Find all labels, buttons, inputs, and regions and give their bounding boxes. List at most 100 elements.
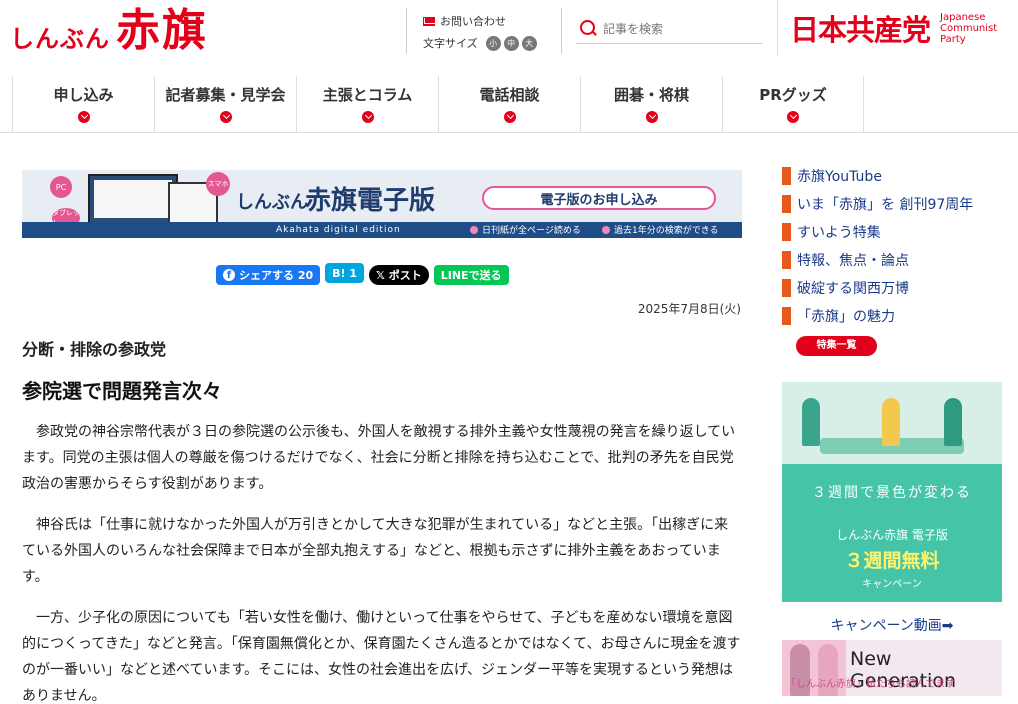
banner-feature-1: 日刊紙が全ページ読める xyxy=(470,223,581,236)
font-size-control: 文字サイズ 小 中 大 xyxy=(423,35,561,51)
party-name-jp: 日本共産党 xyxy=(790,13,931,47)
bullet-icon xyxy=(782,195,791,213)
new-generation-banner[interactable]: New Generation 「しんぶん赤旗」私たちも読んでます xyxy=(782,640,1002,696)
sidebar-item-label: 「赤旗」の魅力 xyxy=(797,309,895,325)
ad-product: しんぶん赤旗 電子版 xyxy=(836,528,948,542)
bullet-icon xyxy=(470,225,478,234)
main-nav: 申し込み 記者募集・見学会 主張とコラム 電話相談 囲碁・将棋 PRグッズ xyxy=(0,76,1018,133)
sidebar-item-label: 特報、焦点・論点 xyxy=(797,253,909,269)
bullet-icon xyxy=(782,279,791,297)
font-size-label: 文字サイズ xyxy=(423,37,478,50)
person-illustration xyxy=(882,398,900,446)
sidebar-item-expo[interactable]: 破綻する関西万博 xyxy=(782,274,1002,302)
person-illustration xyxy=(944,398,962,446)
facebook-label: シェアする 20 xyxy=(239,269,314,282)
campaign-video-link[interactable]: キャンペーン動画➡ xyxy=(782,615,1002,635)
sidebar-item-label: いま「赤旗」を 創刊97周年 xyxy=(797,197,974,213)
badge-pc: PC xyxy=(50,176,72,198)
ad-offer: ３週間無料 xyxy=(844,550,940,572)
apply-digital-button[interactable]: 電子版のお申し込み xyxy=(482,186,716,210)
bullet-icon xyxy=(602,225,610,234)
facebook-share-button[interactable]: f シェアする 20 xyxy=(216,265,321,285)
party-name-en: Japanese Communist Party xyxy=(940,12,997,45)
search-icon[interactable] xyxy=(580,20,597,37)
feature-text: 過去1年分の検索ができる xyxy=(614,226,719,236)
article-paragraph: 一方、少子化の原因についても「若い女性を働け、働けといって仕事をやらせて、子ども… xyxy=(22,610,741,704)
badge-smartphone: スマホ xyxy=(206,172,230,196)
article-body: 分断・排除の参政党 参院選で問題発言次々 参政党の神谷宗幣代表が３日の参院選の公… xyxy=(22,336,742,704)
nav-label: 申し込み xyxy=(53,86,114,104)
banner-title-small: しんぶん xyxy=(236,192,308,213)
bullet-icon xyxy=(782,223,791,241)
article-headline: 参院選で問題発言次々 xyxy=(22,379,222,403)
nav-label: PRグッズ xyxy=(759,86,827,104)
mail-icon xyxy=(423,16,435,26)
nav-item-go-shogi[interactable]: 囲碁・将棋 xyxy=(580,76,722,132)
header-tools: お問い合わせ 文字サイズ 小 中 大 xyxy=(406,8,562,54)
party-en-line1: Japanese xyxy=(940,11,986,23)
sidebar-item-special-report[interactable]: 特報、焦点・論点 xyxy=(782,246,1002,274)
nav-item-apply[interactable]: 申し込み xyxy=(12,76,154,132)
sidebar-item-appeal[interactable]: 「赤旗」の魅力 xyxy=(782,302,1002,330)
chevron-down-icon xyxy=(361,111,374,123)
ad-campaign-label: キャンペーン xyxy=(862,579,922,590)
chevron-down-icon xyxy=(77,111,90,123)
person-illustration xyxy=(802,398,820,446)
sidebar-item-youtube[interactable]: 赤旗YouTube xyxy=(782,162,1002,190)
chevron-down-icon xyxy=(787,111,799,123)
bullet-icon xyxy=(782,167,791,185)
font-size-medium-button[interactable]: 中 xyxy=(503,35,519,51)
nav-item-pr-goods[interactable]: PRグッズ xyxy=(722,76,864,132)
bullet-icon xyxy=(782,251,791,269)
chevron-down-icon xyxy=(503,111,516,123)
sidebar-item-anniversary[interactable]: いま「赤旗」を 創刊97周年 xyxy=(782,190,1002,218)
nav-label: 電話相談 xyxy=(479,86,540,104)
nav-item-phone-consult[interactable]: 電話相談 xyxy=(438,76,580,132)
site-header: しんぶん 赤旗 お問い合わせ 文字サイズ 小 中 大 日本共産党 Japanes… xyxy=(0,0,1018,70)
article-kicker: 分断・排除の参政党 xyxy=(22,340,167,359)
pc-illustration xyxy=(88,174,178,224)
sidebar-item-label: 破綻する関西万博 xyxy=(797,281,909,297)
party-en-line3: Party xyxy=(940,33,966,45)
logo-small-text: しんぶん xyxy=(10,25,110,53)
ad-tagline: ３週間で景色が変わる xyxy=(812,485,972,501)
sidebar-item-label: 赤旗YouTube xyxy=(797,169,882,185)
sidebar-item-label: すいよう特集 xyxy=(797,225,881,241)
font-size-large-button[interactable]: 大 xyxy=(521,35,537,51)
article-paragraph: 神谷氏は「仕事に就けなかった外国人が万引きとかして大きな犯罪が生まれている」など… xyxy=(22,517,729,585)
x-post-button[interactable]: 𝕏 ポスト xyxy=(369,265,429,285)
article-paragraph: 参政党の神谷宗幣代表が３日の参院選の公示後も、外国人を敵視する排外主義や女性蔑視… xyxy=(22,424,736,492)
sidebar-item-wednesday[interactable]: すいよう特集 xyxy=(782,218,1002,246)
party-logo[interactable]: 日本共産党 Japanese Communist Party xyxy=(777,0,1018,56)
campaign-ad-banner[interactable]: ３週間で景色が変わる しんぶん赤旗 電子版 ３週間無料 キャンペーン xyxy=(782,382,1002,602)
search-input[interactable] xyxy=(603,21,753,36)
digital-edition-banner[interactable]: PC タブレット スマホ しんぶん 赤旗電子版 電子版のお申し込み Akahat… xyxy=(22,170,742,238)
search-box xyxy=(576,14,762,44)
article-date: 2025年7月8日(火) xyxy=(637,302,741,316)
new-generation-subtitle: 「しんぶん赤旗」私たちも読んでます xyxy=(786,679,956,690)
contact-label: お問い合わせ xyxy=(440,15,506,28)
nav-label: 囲碁・将棋 xyxy=(613,86,689,104)
party-en-line2: Communist xyxy=(940,22,998,34)
facebook-icon: f xyxy=(223,269,235,281)
banner-feature-2: 過去1年分の検索ができる xyxy=(602,223,719,236)
features-list-button[interactable]: 特集一覧 xyxy=(796,336,877,356)
font-size-small-button[interactable]: 小 xyxy=(485,35,501,51)
feature-text: 日刊紙が全ページ読める xyxy=(482,226,581,236)
nav-label: 主張とコラム xyxy=(322,86,413,104)
nav-item-columns[interactable]: 主張とコラム xyxy=(296,76,438,132)
banner-subtitle: Akahata digital edition xyxy=(276,225,401,235)
social-share-bar: f シェアする 20 B! 1 𝕏 ポスト LINEで送る xyxy=(216,263,514,285)
nav-label: 記者募集・見学会 xyxy=(165,86,286,104)
site-logo[interactable]: しんぶん 赤旗 xyxy=(10,6,208,56)
line-share-button[interactable]: LINEで送る xyxy=(433,265,509,285)
sidebar-features: 赤旗YouTube いま「赤旗」を 創刊97周年 すいよう特集 特報、焦点・論点… xyxy=(782,162,1002,356)
logo-big-text: 赤旗 xyxy=(116,5,208,56)
bullet-icon xyxy=(782,307,791,325)
banner-title-big: 赤旗電子版 xyxy=(305,186,436,216)
hatena-bookmark-button[interactable]: B! 1 xyxy=(325,263,365,283)
contact-link[interactable]: お問い合わせ xyxy=(423,13,561,29)
chevron-down-icon xyxy=(645,111,658,123)
nav-item-recruit[interactable]: 記者募集・見学会 xyxy=(154,76,296,132)
chevron-down-icon xyxy=(219,111,232,123)
